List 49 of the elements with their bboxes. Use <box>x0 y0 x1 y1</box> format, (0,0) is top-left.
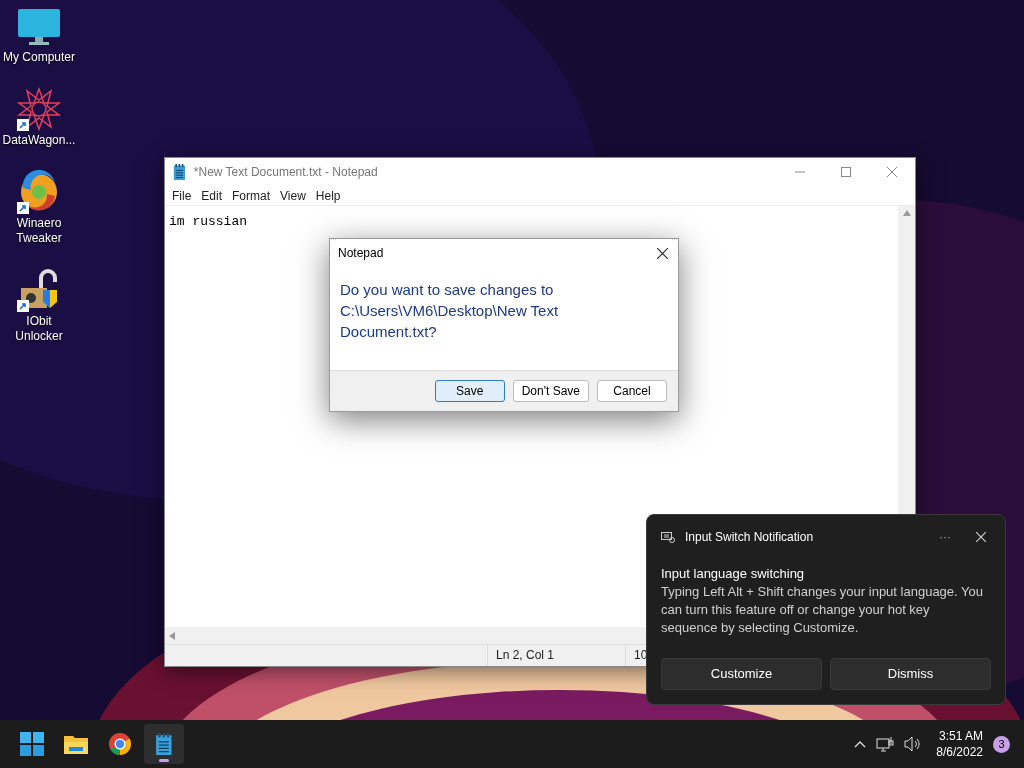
shortcut-arrow-icon <box>17 202 29 214</box>
notification-button[interactable]: Dismiss <box>830 658 991 690</box>
clock-date[interactable]: 8/6/2022 <box>936 744 983 760</box>
folder-icon <box>63 733 89 755</box>
window-title: *New Text Document.txt - Notepad <box>193 164 378 181</box>
windows-logo-icon <box>20 732 44 756</box>
monitor-icon <box>17 8 61 48</box>
notification-heading: Input language switching <box>661 565 806 583</box>
close-icon <box>976 532 986 542</box>
dialog-button[interactable]: Cancel <box>597 380 667 402</box>
chrome-icon <box>108 732 132 756</box>
menu-item[interactable]: View <box>275 186 311 205</box>
menu-item[interactable]: File <box>167 186 197 205</box>
active-indicator <box>159 759 169 762</box>
close-icon <box>656 247 668 259</box>
scroll-left-arrow-icon <box>169 631 175 640</box>
notepad-icon <box>173 164 186 180</box>
desktop-icon-label[interactable]: My Computer <box>3 50 75 65</box>
clock-time[interactable]: 3:51 AM <box>938 728 983 744</box>
volume-icon[interactable] <box>904 736 923 752</box>
shortcut-arrow-icon <box>17 300 29 312</box>
desktop-icon-label[interactable]: Winaero Tweaker <box>1 216 77 246</box>
notification-count-badge[interactable]: 3 <box>993 735 1010 753</box>
menu-item[interactable]: Format <box>227 186 276 205</box>
desktop-icon-label[interactable]: IObit Unlocker <box>1 314 77 344</box>
desktop-shortcut-graphic[interactable] <box>17 8 61 48</box>
notepad-icon <box>155 733 173 755</box>
desktop-shortcut-graphic[interactable] <box>17 87 61 131</box>
notification-button[interactable]: Customize <box>661 658 822 690</box>
star-icon <box>17 87 61 131</box>
scroll-up-arrow-icon <box>902 210 911 216</box>
chevron-up-icon[interactable] <box>854 740 867 748</box>
dialog-title: Notepad <box>338 245 384 262</box>
shortcut-arrow-icon <box>17 119 29 131</box>
maximize-icon <box>841 167 851 177</box>
menu-item[interactable]: Help <box>310 186 346 205</box>
desktop-icon-label[interactable]: DataWagon... <box>2 133 76 148</box>
dialog-message: Do you want to save changes to C:\Users\VM6\Desktop\New Text Document.txt? <box>340 280 560 342</box>
more-options-button[interactable]: ··· <box>933 528 957 546</box>
network-icon[interactable] <box>876 736 895 752</box>
notification-app-name: Input Switch Notification <box>685 529 814 546</box>
keyboard-icon <box>661 531 675 543</box>
menu-item[interactable]: Edit <box>196 186 228 205</box>
notification-body: Typing Left Alt + Shift changes your input language. You can turn this feature off or change your hot key sequence by selecting Customize. <box>661 583 984 637</box>
dialog-button[interactable]: Save <box>434 380 505 402</box>
status-text: Ln 2, Col 1 <box>487 645 625 666</box>
close-icon <box>887 167 897 177</box>
dialog-button[interactable]: Don't Save <box>512 380 589 402</box>
document-text: im russian <box>169 214 247 229</box>
